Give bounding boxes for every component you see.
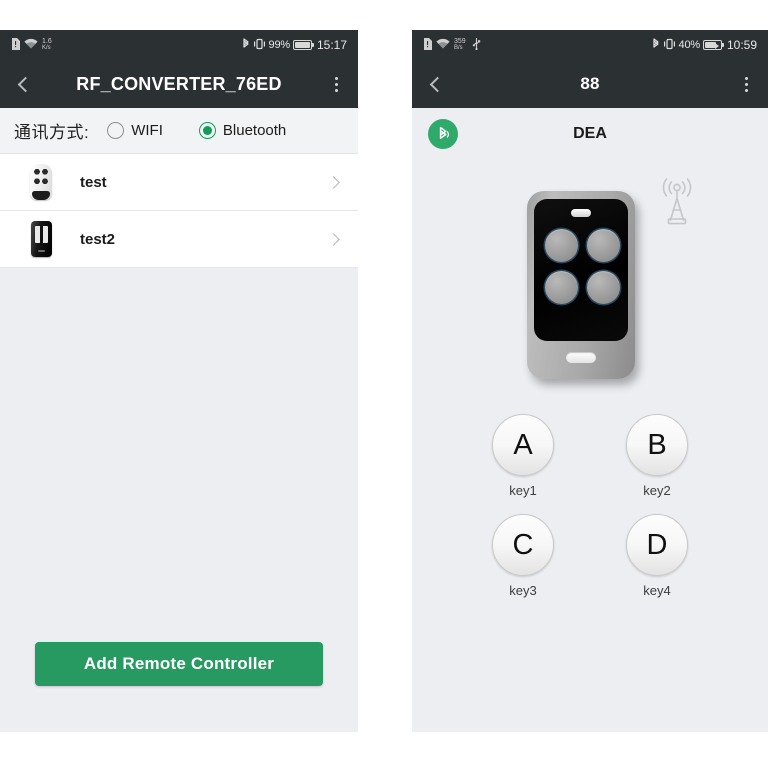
vibrate-icon xyxy=(663,38,676,53)
back-icon[interactable] xyxy=(17,76,34,92)
key-button-c[interactable]: C xyxy=(492,514,554,576)
app-bar-left: RF_CONVERTER_76ED xyxy=(0,60,358,108)
remote-key-3[interactable] xyxy=(545,271,578,304)
sim-card-icon xyxy=(423,37,432,53)
network-speed-left: 1.6 K/s xyxy=(42,38,52,52)
key-cell-a: A key1 xyxy=(456,414,590,498)
battery-charging-icon xyxy=(702,40,725,50)
status-bar-left: 1.6 K/s 99% 15:17 xyxy=(0,30,358,60)
radio-wifi-label: WIFI xyxy=(131,122,163,139)
key-button-a[interactable]: A xyxy=(492,414,554,476)
status-bar-left-icons: 359 B/s xyxy=(423,37,481,53)
chevron-right-icon xyxy=(327,232,340,246)
status-bar-left-icons: 1.6 K/s xyxy=(11,37,52,53)
usb-icon xyxy=(472,37,481,53)
chevron-right-icon xyxy=(327,175,340,189)
device-name: test2 xyxy=(80,230,116,248)
remote-led-indicator xyxy=(571,209,591,217)
key-label-d: key4 xyxy=(643,583,671,598)
communication-mode-label: 通讯方式: xyxy=(14,123,90,142)
radio-bluetooth-label: Bluetooth xyxy=(222,122,287,139)
status-bar-right: 359 B/s 40% 10:59 xyxy=(412,30,768,60)
footer-action-area: Add Remote Controller xyxy=(0,622,358,732)
rf-remote-illustration xyxy=(527,191,635,379)
sim-card-icon xyxy=(11,37,20,53)
key-label-a: key1 xyxy=(509,483,537,498)
battery-percent-left: 99% xyxy=(268,39,291,51)
wifi-icon xyxy=(436,38,450,52)
page-title-left: RF_CONVERTER_76ED xyxy=(76,73,282,94)
app-bar-right: 88 xyxy=(412,60,768,108)
communication-mode-row: 通讯方式: WIFI Bluetooth xyxy=(0,108,358,154)
key-cell-c: C key3 xyxy=(456,514,590,598)
remote-key-4[interactable] xyxy=(587,271,620,304)
white-remote-icon xyxy=(18,164,64,200)
status-bar-right-icons: 99% 15:17 xyxy=(242,37,347,53)
remote-physical-keys xyxy=(545,229,620,304)
black-remote-icon xyxy=(18,221,64,257)
clock-right: 10:59 xyxy=(726,38,757,52)
status-bar-right-icons: 40% 10:59 xyxy=(652,37,757,53)
network-speed-unit: K/s xyxy=(42,45,51,51)
remote-face-panel xyxy=(534,199,628,341)
remote-bottom-slot xyxy=(566,352,596,363)
key-button-b[interactable]: B xyxy=(626,414,688,476)
radio-bluetooth-indicator[interactable] xyxy=(198,122,216,139)
key-label-c: key3 xyxy=(509,583,537,598)
back-icon[interactable] xyxy=(429,76,446,92)
radio-wifi-indicator[interactable] xyxy=(107,122,125,139)
virtual-keypad: A key1 B key2 C key3 D key4 xyxy=(412,410,768,598)
bluetooth-icon xyxy=(242,37,250,53)
list-item[interactable]: test2 xyxy=(0,211,358,268)
list-item[interactable]: test xyxy=(0,154,358,211)
radio-tower-icon xyxy=(654,172,700,231)
battery-icon xyxy=(292,40,315,50)
add-remote-controller-button[interactable]: Add Remote Controller xyxy=(35,642,323,686)
bluetooth-icon xyxy=(652,37,660,53)
battery-percent-right: 40% xyxy=(678,39,701,51)
key-label-b: key2 xyxy=(643,483,671,498)
key-button-d[interactable]: D xyxy=(626,514,688,576)
network-speed-value: 359 xyxy=(454,38,466,45)
network-speed-right: 359 B/s xyxy=(454,38,466,52)
bluetooth-badge-icon[interactable] xyxy=(428,119,458,149)
device-list: test test2 xyxy=(0,154,358,268)
phone-screen-remote-control: 359 B/s 40% 10:59 88 DEA A key1 B key2 C… xyxy=(412,30,768,732)
screenshot-stage: 1.6 K/s 99% 15:17 RF_CONVERTER_76ED 通讯方式… xyxy=(0,0,768,768)
remote-illustration-area xyxy=(412,160,768,410)
key-cell-d: D key4 xyxy=(590,514,724,598)
overflow-menu-icon[interactable] xyxy=(739,73,754,96)
page-title-right: 88 xyxy=(580,74,600,93)
phone-screen-device-list: 1.6 K/s 99% 15:17 RF_CONVERTER_76ED 通讯方式… xyxy=(0,30,358,732)
vibrate-icon xyxy=(253,38,266,53)
device-header: DEA xyxy=(412,108,768,160)
key-cell-b: B key2 xyxy=(590,414,724,498)
remote-key-2[interactable] xyxy=(587,229,620,262)
device-name: test xyxy=(80,173,107,191)
network-speed-value: 1.6 xyxy=(42,38,52,45)
wifi-icon xyxy=(24,38,38,52)
radio-option-bluetooth[interactable]: Bluetooth xyxy=(198,122,287,139)
radio-option-wifi[interactable]: WIFI xyxy=(107,122,163,139)
device-title: DEA xyxy=(573,125,607,142)
clock-left: 15:17 xyxy=(316,38,347,52)
remote-key-1[interactable] xyxy=(545,229,578,262)
overflow-menu-icon[interactable] xyxy=(329,73,344,96)
network-speed-unit: B/s xyxy=(454,45,463,51)
